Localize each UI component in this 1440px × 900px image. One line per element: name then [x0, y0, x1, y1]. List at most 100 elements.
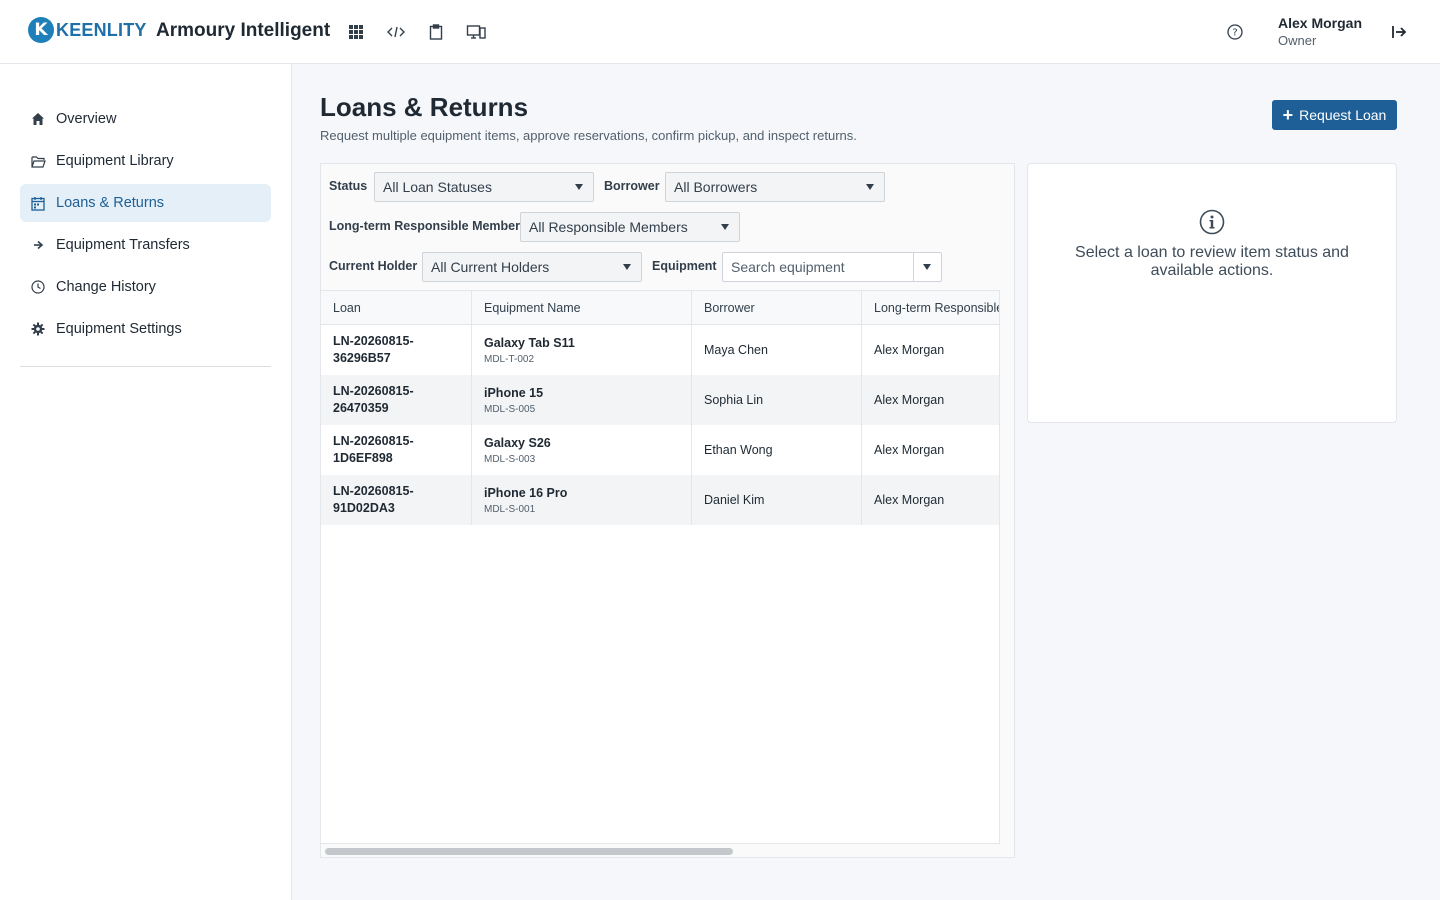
plus-icon: + [1282, 105, 1294, 125]
responsible-filter-select[interactable]: All Responsible Members [520, 212, 740, 242]
table-header: Loan Equipment Name Borrower Long-term R… [321, 291, 999, 325]
borrower-cell: Daniel Kim [692, 475, 862, 525]
borrower-cell: Maya Chen [692, 325, 862, 375]
horizontal-scrollbar[interactable] [325, 848, 733, 855]
column-header-long-term-responsible[interactable]: Long-term Responsible [862, 291, 999, 325]
calendar-icon [30, 195, 46, 211]
column-header-borrower[interactable]: Borrower [692, 291, 862, 325]
chevron-down-icon [866, 184, 874, 190]
user-name: Alex Morgan [1278, 15, 1363, 31]
status-filter-select[interactable]: All Loan Statuses [374, 172, 594, 202]
loan-id-part2: 1D6EF898 [333, 451, 393, 465]
top-bar: K KEENLITY Armoury Intelligent ? Alex Mo… [0, 0, 1440, 64]
borrower-name: Maya Chen [704, 343, 768, 357]
equipment-dropdown-button[interactable] [913, 253, 941, 281]
table-row[interactable]: LN-20260815- 26470359 iPhone 15 MDL-S-005… [321, 375, 999, 425]
equipment-cell: Galaxy Tab S11 MDL-T-002 [472, 325, 692, 375]
loan-detail-panel: Select a loan to review item status and … [1027, 163, 1397, 423]
help-icon[interactable]: ? [1224, 21, 1246, 43]
devices-icon[interactable] [464, 20, 488, 44]
table-row[interactable]: LN-20260815- 1D6EF898 Galaxy S26 MDL-S-00… [321, 425, 999, 475]
sidebar-item-label: Equipment Settings [56, 321, 182, 337]
brand-logo[interactable]: K KEENLITY [28, 17, 147, 43]
column-header-loan[interactable]: Loan [321, 291, 472, 325]
user-menu[interactable]: Alex Morgan Owner [1278, 15, 1362, 48]
responsible-cell: Alex Morgan [862, 475, 999, 525]
borrower-name: Ethan Wong [704, 443, 773, 457]
logout-icon[interactable] [1388, 21, 1410, 43]
sidebar-item-change-history[interactable]: Change History [20, 268, 271, 306]
sidebar-item-equipment-settings[interactable]: Equipment Settings [20, 310, 271, 348]
equipment-name: iPhone 15 [484, 385, 544, 400]
sidebar-item-label: Change History [56, 279, 156, 295]
column-header-equipment-name[interactable]: Equipment Name [472, 291, 692, 325]
page-subtitle: Request multiple equipment items, approv… [320, 128, 857, 143]
loan-id-part2: 26470359 [333, 401, 389, 415]
chevron-down-icon [721, 224, 729, 230]
arrow-right-icon [30, 237, 46, 253]
responsible-cell: Alex Morgan [862, 325, 999, 375]
borrower-filter-label: Borrower [604, 179, 660, 193]
sidebar-divider [20, 366, 271, 367]
holder-filter-label: Current Holder [329, 259, 418, 273]
logo-mark: K [28, 17, 54, 43]
info-icon [1199, 209, 1225, 235]
home-icon [30, 111, 46, 127]
loan-id-part2: 91D02DA3 [333, 501, 395, 515]
equipment-search-input[interactable] [723, 253, 913, 281]
equipment-cell: iPhone 16 Pro MDL-S-001 [472, 475, 692, 525]
borrower-name: Sophia Lin [704, 393, 764, 407]
sidebar-item-label: Equipment Library [56, 153, 174, 169]
loan-id-cell: LN-20260815- 26470359 [321, 375, 472, 425]
holder-filter-value: All Current Holders [431, 259, 550, 275]
clipboard-icon[interactable] [424, 20, 448, 44]
grid-icon[interactable] [344, 20, 368, 44]
responsible-filter-value: All Responsible Members [529, 219, 688, 235]
loan-id-part1: LN-20260815- [333, 434, 414, 448]
gear-icon [30, 321, 46, 337]
holder-filter-select[interactable]: All Current Holders [422, 252, 642, 282]
empty-state-message: Select a loan to review item status and … [1075, 244, 1349, 279]
loan-id-part2: 36296B57 [333, 351, 391, 365]
borrower-filter-select[interactable]: All Borrowers [665, 172, 885, 202]
responsible-name: Alex Morgan [874, 343, 945, 357]
loan-id-cell: LN-20260815- 91D02DA3 [321, 475, 472, 525]
sidebar-item-equipment-transfers[interactable]: Equipment Transfers [20, 226, 271, 264]
responsible-name: Alex Morgan [874, 443, 945, 457]
chevron-down-icon [623, 264, 631, 270]
responsible-name: Alex Morgan [874, 493, 945, 507]
sidebar-item-equipment-library[interactable]: Equipment Library [20, 142, 271, 180]
loan-id-part1: LN-20260815- [333, 334, 414, 348]
code-icon[interactable] [384, 20, 408, 44]
equipment-cell: iPhone 15 MDL-S-005 [472, 375, 692, 425]
chevron-down-icon [575, 184, 583, 190]
responsible-cell: Alex Morgan [862, 375, 999, 425]
loan-id-cell: LN-20260815- 36296B57 [321, 325, 472, 375]
sidebar-item-label: Equipment Transfers [56, 237, 190, 253]
loan-id-part1: LN-20260815- [333, 384, 414, 398]
request-loan-button[interactable]: + Request Loan [1272, 100, 1397, 130]
request-loan-label: Request Loan [1299, 107, 1387, 123]
sidebar-item-loans-returns[interactable]: Loans & Returns [20, 184, 271, 222]
equipment-search-combobox [722, 252, 942, 282]
status-filter-value: All Loan Statuses [383, 179, 492, 195]
borrower-cell: Sophia Lin [692, 375, 862, 425]
equipment-code: MDL-T-002 [484, 353, 535, 365]
loan-id-part1: LN-20260815- [333, 484, 414, 498]
sidebar-item-overview[interactable]: Overview [20, 100, 271, 138]
table-row[interactable]: LN-20260815- 36296B57 Galaxy Tab S11 MDL-… [321, 325, 999, 375]
table-row[interactable]: LN-20260815- 91D02DA3 iPhone 16 Pro MDL-S… [321, 475, 999, 525]
loans-panel: Status All Loan Statuses Borrower All Bo… [320, 163, 1015, 858]
logo-text: KEENLITY [56, 19, 147, 40]
app-title: Armoury Intelligent [156, 20, 331, 41]
equipment-code: MDL-S-001 [484, 503, 536, 515]
responsible-cell: Alex Morgan [862, 425, 999, 475]
sidebar-nav: Overview Equipment Library Loans & Retur… [20, 100, 271, 352]
loans-table: Loan Equipment Name Borrower Long-term R… [321, 290, 1000, 844]
loan-id-cell: LN-20260815- 1D6EF898 [321, 425, 472, 475]
page-title: Loans & Returns [320, 92, 529, 122]
equipment-code: MDL-S-005 [484, 403, 536, 415]
borrower-filter-value: All Borrowers [674, 179, 758, 195]
responsible-name: Alex Morgan [874, 393, 945, 407]
equipment-name: Galaxy S26 [484, 435, 551, 450]
